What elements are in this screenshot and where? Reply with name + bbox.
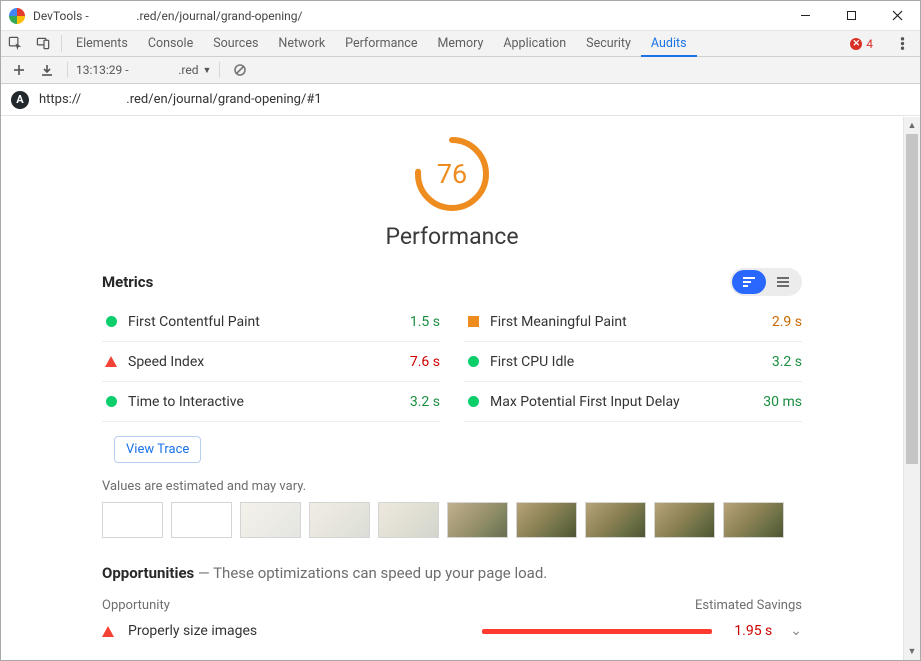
chevron-down-icon: ⌄ xyxy=(790,623,802,639)
window-close-button[interactable] xyxy=(874,1,920,30)
metric-value: 30 ms xyxy=(763,394,802,410)
pass-icon xyxy=(106,316,117,327)
metric-row: First CPU Idle 3.2 s xyxy=(464,342,802,382)
pass-icon xyxy=(468,356,479,367)
tab-network[interactable]: Network xyxy=(268,31,335,56)
device-toolbar-icon[interactable] xyxy=(29,31,57,56)
devtools-tab-bar: ElementsConsoleSourcesNetworkPerformance… xyxy=(1,31,920,57)
filmstrip-frame xyxy=(240,502,301,538)
error-count-badge[interactable]: ✕ 4 xyxy=(850,37,873,51)
tab-security[interactable]: Security xyxy=(576,31,641,56)
chevron-down-icon: ▼ xyxy=(203,65,212,76)
metric-name: Time to Interactive xyxy=(128,394,244,410)
filmstrip xyxy=(102,502,802,538)
metric-row: First Meaningful Paint 2.9 s xyxy=(464,302,802,342)
savings-bar xyxy=(482,629,712,634)
scroll-thumb[interactable] xyxy=(906,134,918,464)
gauge-label: Performance xyxy=(385,223,518,250)
metrics-view-compact[interactable] xyxy=(732,270,766,294)
metric-name: Max Potential First Input Delay xyxy=(490,394,680,410)
lighthouse-icon: A xyxy=(11,91,29,109)
scroll-down-icon[interactable]: ▼ xyxy=(904,643,920,660)
metric-name: First CPU Idle xyxy=(490,354,574,370)
metric-row: First Contentful Paint 1.5 s xyxy=(102,302,440,342)
filmstrip-frame xyxy=(585,502,646,538)
window-minimize-button[interactable] xyxy=(782,1,828,30)
metric-name: First Meaningful Paint xyxy=(490,314,627,330)
filmstrip-frame xyxy=(654,502,715,538)
metric-value: 3.2 s xyxy=(772,354,802,370)
metric-value: 2.9 s xyxy=(772,314,802,330)
metric-value: 7.6 s xyxy=(410,354,440,370)
metrics-title: Metrics xyxy=(102,273,153,291)
performance-gauge: 76 Performance xyxy=(1,135,903,250)
tab-performance[interactable]: Performance xyxy=(335,31,427,56)
average-icon xyxy=(468,316,479,327)
savings-column-header: Estimated Savings xyxy=(695,598,802,613)
opportunity-row[interactable]: Properly size images 1.95 s ⌄ xyxy=(102,623,802,639)
opportunities-heading: Opportunities — These optimizations can … xyxy=(102,564,802,582)
window-title: DevTools - .red/en/journal/grand-opening… xyxy=(33,9,302,23)
audit-url: https:// .red/en/journal/grand-opening/#… xyxy=(39,92,322,107)
metric-name: Speed Index xyxy=(128,354,204,370)
kebab-menu-icon[interactable] xyxy=(888,36,916,51)
fail-icon xyxy=(102,626,114,637)
savings-value: 1.95 s xyxy=(724,623,772,639)
tab-memory[interactable]: Memory xyxy=(427,31,493,56)
filmstrip-frame xyxy=(171,502,232,538)
metric-row: Max Potential First Input Delay 30 ms xyxy=(464,382,802,422)
download-report-button[interactable] xyxy=(35,58,59,82)
tab-application[interactable]: Application xyxy=(493,31,576,56)
scroll-up-icon[interactable]: ▲ xyxy=(904,117,920,134)
metrics-view-toggle xyxy=(730,268,802,296)
error-icon: ✕ xyxy=(850,38,862,50)
fail-icon xyxy=(105,356,117,367)
metric-row: Speed Index 7.6 s xyxy=(102,342,440,382)
metric-name: First Contentful Paint xyxy=(128,314,260,330)
tab-sources[interactable]: Sources xyxy=(203,31,268,56)
metric-row: Time to Interactive 3.2 s xyxy=(102,382,440,422)
view-trace-button[interactable]: View Trace xyxy=(114,436,201,463)
window-maximize-button[interactable] xyxy=(828,1,874,30)
tab-audits[interactable]: Audits xyxy=(641,31,697,57)
filmstrip-frame xyxy=(447,502,508,538)
opportunity-name: Properly size images xyxy=(128,623,257,639)
metric-value: 3.2 s xyxy=(410,394,440,410)
audit-url-bar: A https:// .red/en/journal/grand-opening… xyxy=(1,84,920,116)
gauge-score: 76 xyxy=(413,135,491,213)
tab-console[interactable]: Console xyxy=(138,31,203,56)
inspect-element-icon[interactable] xyxy=(1,31,29,56)
filmstrip-frame xyxy=(102,502,163,538)
chrome-icon xyxy=(9,8,25,24)
pass-icon xyxy=(106,396,117,407)
metrics-view-expanded[interactable] xyxy=(766,270,800,294)
filmstrip-frame xyxy=(516,502,577,538)
new-audit-button[interactable] xyxy=(7,58,31,82)
audits-toolbar: 13:13:29 - .red ▼ xyxy=(1,57,920,84)
audit-run-dropdown[interactable]: 13:13:29 - .red ▼ xyxy=(76,63,211,77)
filmstrip-frame xyxy=(309,502,370,538)
opportunity-column-header: Opportunity xyxy=(102,598,170,613)
filmstrip-frame xyxy=(378,502,439,538)
metrics-note: Values are estimated and may vary. xyxy=(102,479,802,494)
filmstrip-frame xyxy=(723,502,784,538)
pass-icon xyxy=(468,396,479,407)
clear-audit-button[interactable] xyxy=(228,58,252,82)
tab-elements[interactable]: Elements xyxy=(66,31,138,56)
error-count-text: 4 xyxy=(866,37,873,51)
vertical-scrollbar[interactable]: ▲ ▼ xyxy=(903,117,920,660)
window-titlebar: DevTools - .red/en/journal/grand-opening… xyxy=(1,1,920,31)
metric-value: 1.5 s xyxy=(410,314,440,330)
